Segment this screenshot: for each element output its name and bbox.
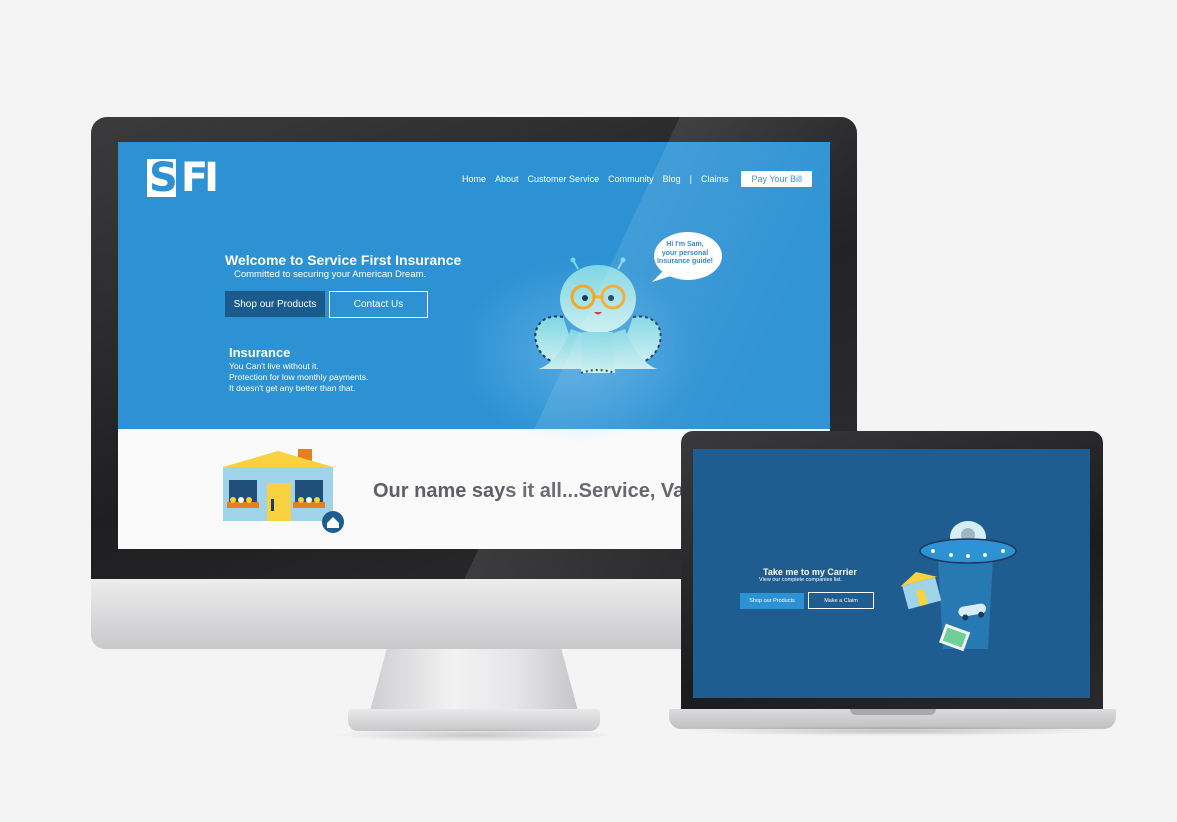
sfi-logo[interactable]: S FI <box>147 155 219 201</box>
hero-title: Welcome to Service First Insurance <box>225 252 462 268</box>
laptop-shadow <box>680 726 1105 736</box>
nav-about[interactable]: About <box>495 174 519 184</box>
carrier-subtitle: View our complete companies list. <box>759 577 843 583</box>
insurance-heading: Insurance <box>229 345 291 360</box>
ufo-illustration <box>900 521 1017 652</box>
hero-section: S FI Home About Customer Service Communit… <box>118 142 830 452</box>
main-nav: Home About Customer Service Community Bl… <box>462 171 813 187</box>
make-claim-button[interactable]: Make a Claim <box>808 592 874 609</box>
contact-us-button[interactable]: Contact Us <box>329 291 428 318</box>
nav-claims[interactable]: Claims <box>701 174 729 184</box>
logo-letters-fi: FI <box>175 158 219 198</box>
carrier-title: Take me to my Carrier <box>763 567 857 577</box>
tagline: Our name says it all...Service, Value <box>373 480 714 502</box>
nav-customer-service[interactable]: Customer Service <box>528 174 600 184</box>
imac-shadow <box>330 728 620 742</box>
bubble-line-2: your personal <box>661 249 709 257</box>
nav-home[interactable]: Home <box>462 174 486 184</box>
laptop-notch <box>850 709 936 715</box>
imac-stand <box>370 649 578 711</box>
bubble-line-1: Hi I'm Sam, <box>666 241 704 248</box>
speech-bubble-text: Hi I'm Sam, your personal Insurance guid… <box>652 241 718 267</box>
nav-blog[interactable]: Blog <box>663 174 681 184</box>
house-illustration <box>223 449 344 533</box>
nav-separator: | <box>689 174 692 184</box>
hero-subtitle: Committed to securing your American Drea… <box>234 269 427 280</box>
shop-products-button[interactable]: Shop our Products <box>225 291 325 317</box>
pay-your-bill-button[interactable]: Pay Your Bill <box>741 171 813 187</box>
bubble-line-3: Insurance guide! <box>656 258 713 265</box>
nav-community[interactable]: Community <box>608 174 654 184</box>
insurance-line-1: You Can't live without it. <box>229 361 319 371</box>
insurance-line-2: Protection for low monthly payments. <box>229 372 369 382</box>
laptop-shop-products-button[interactable]: Shop our Products <box>740 593 804 609</box>
insurance-line-3: It doesn't get any better than that. <box>229 383 356 393</box>
logo-letter-s: S <box>147 155 178 201</box>
laptop-website-screen: Take me to my Carrier View our complete … <box>693 449 1090 698</box>
